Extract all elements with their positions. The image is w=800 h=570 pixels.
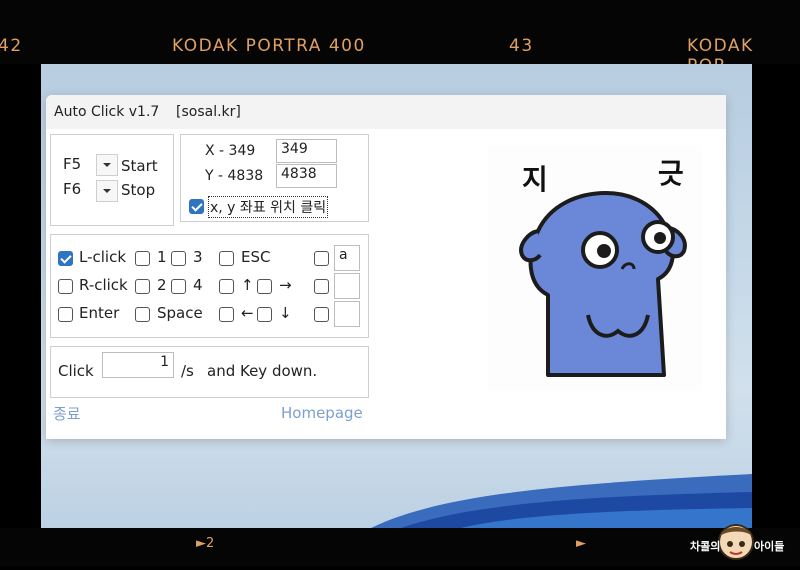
left-arrow-label: ← <box>241 304 254 322</box>
option-1-checkbox[interactable] <box>135 251 150 266</box>
click-rate-suffix: and Key down. <box>207 362 318 380</box>
custom-key-1-checkbox[interactable] <box>314 251 329 266</box>
window-site-label: [sosal.kr] <box>176 104 241 120</box>
watermark-logo: 차콜의 아이들 <box>688 518 800 566</box>
start-label: Start <box>121 157 158 175</box>
option-3-checkbox[interactable] <box>171 251 186 266</box>
x-coordinate-field[interactable]: 349 <box>276 139 337 163</box>
coordinate-panel: X - 349 349 Y - 4838 4838 x, y 좌표 위치 클릭 <box>180 134 369 222</box>
film-strip-top <box>0 0 800 64</box>
up-arrow-label: ↑ <box>241 276 254 294</box>
space-checkbox[interactable] <box>135 307 150 322</box>
option-3-label: 3 <box>193 248 203 266</box>
lclick-label: L-click <box>79 248 127 266</box>
y-coordinate-field[interactable]: 4838 <box>276 164 337 188</box>
left-arrow-checkbox[interactable] <box>219 307 234 322</box>
window-title: Auto Click v1.7 <box>54 104 160 120</box>
stop-label: Stop <box>121 181 156 199</box>
svg-text:차콜의: 차콜의 <box>690 539 720 553</box>
stop-key-label: F6 <box>63 180 82 198</box>
custom-key-1-field[interactable]: a <box>334 245 360 271</box>
film-arrow-right: ► <box>576 536 586 551</box>
options-panel: L-click 1 3 ESC a R-click 2 4 ↑ → Enter … <box>50 234 369 338</box>
svg-text:아이들: 아이들 <box>754 539 784 553</box>
homepage-link[interactable]: Homepage <box>281 404 363 422</box>
exit-link[interactable]: 종료 <box>53 403 81 424</box>
blue-character-sticker: 지 긋 <box>519 157 687 377</box>
down-arrow-label: ↓ <box>279 304 292 322</box>
esc-checkbox[interactable] <box>219 251 234 266</box>
click-rate-panel: Click 1 /s and Key down. <box>50 346 369 398</box>
start-key-dropdown[interactable] <box>96 154 118 176</box>
auto-click-window: Auto Click v1.7 [sosal.kr] F5 Start F6 S… <box>46 95 726 439</box>
enter-checkbox[interactable] <box>58 307 73 322</box>
sticker-text-left: 지 <box>522 163 548 196</box>
space-label: Space <box>157 304 203 322</box>
up-arrow-checkbox[interactable] <box>219 279 234 294</box>
stop-key-dropdown[interactable] <box>96 180 118 202</box>
x-coordinate-label: X - 349 <box>205 143 256 159</box>
option-4-checkbox[interactable] <box>171 279 186 294</box>
coordinate-click-checkbox[interactable] <box>189 199 204 214</box>
right-arrow-label: → <box>279 276 292 294</box>
option-1-label: 1 <box>157 248 167 266</box>
sticker-image: 지 긋 <box>488 145 702 391</box>
esc-label: ESC <box>241 248 271 266</box>
custom-key-2-checkbox[interactable] <box>314 279 329 294</box>
custom-key-3-checkbox[interactable] <box>314 307 329 322</box>
film-frame-number-mid: 43 <box>509 36 534 56</box>
film-label-left: KODAK PORTRA 400 <box>172 36 366 56</box>
enter-label: Enter <box>79 304 120 322</box>
rclick-checkbox[interactable] <box>58 279 73 294</box>
down-arrow-checkbox[interactable] <box>257 307 272 322</box>
click-rate-label: Click <box>58 362 94 380</box>
click-rate-unit: /s <box>181 362 194 380</box>
custom-key-3-field[interactable] <box>334 301 360 327</box>
start-key-label: F5 <box>63 155 82 173</box>
rclick-label: R-click <box>79 276 128 294</box>
click-rate-field[interactable]: 1 <box>102 352 174 378</box>
sticker-text-right: 긋 <box>658 157 684 190</box>
film-arrow-left: ►2 <box>196 536 215 551</box>
film-strip-bottom <box>0 528 800 566</box>
option-2-checkbox[interactable] <box>135 279 150 294</box>
custom-key-2-field[interactable] <box>334 273 360 299</box>
option-2-label: 2 <box>157 276 167 294</box>
title-bar: Auto Click v1.7 [sosal.kr] <box>46 95 726 129</box>
option-4-label: 4 <box>193 276 203 294</box>
right-arrow-checkbox[interactable] <box>257 279 272 294</box>
y-coordinate-label: Y - 4838 <box>205 168 264 184</box>
coordinate-click-label: x, y 좌표 위치 클릭 <box>207 196 329 218</box>
lclick-checkbox[interactable] <box>58 251 73 266</box>
hotkey-panel: F5 Start F6 Stop <box>50 134 174 226</box>
film-frame-number-left: 42 <box>0 36 23 56</box>
